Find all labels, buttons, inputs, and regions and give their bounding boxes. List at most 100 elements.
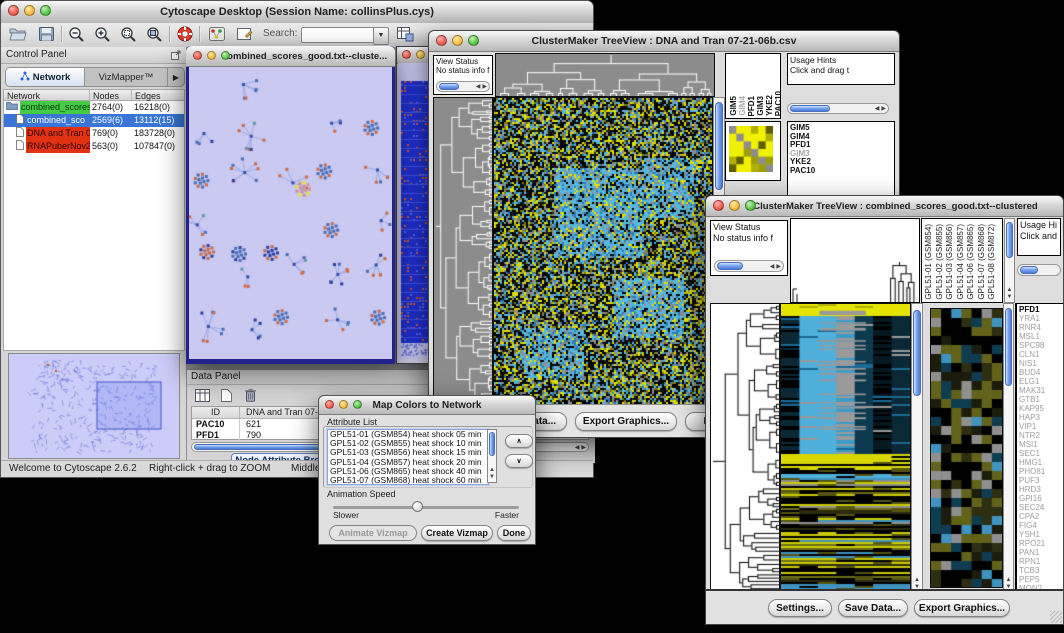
open-session-button[interactable]: [6, 24, 30, 44]
treeview-dna-titlebar[interactable]: ClusterMaker TreeView : DNA and Tran 07-…: [429, 31, 899, 52]
table-export-icon[interactable]: [393, 24, 417, 44]
delete-attribute-icon[interactable]: [238, 385, 262, 405]
zoom-button[interactable]: [353, 400, 362, 409]
animation-speed-slider-thumb[interactable]: [412, 501, 423, 512]
move-down-button[interactable]: ∨: [505, 454, 533, 468]
toolbar-separator: [61, 26, 63, 42]
minimize-button[interactable]: [339, 400, 348, 409]
network-row[interactable]: combined_sco2569(6)13112(15): [4, 114, 184, 127]
create-vizmap-button[interactable]: Create Vizmap: [421, 525, 493, 541]
treeview-combined-titlebar[interactable]: ClusterMaker TreeView : combined_scores_…: [706, 196, 1063, 217]
close-button[interactable]: [436, 35, 447, 46]
secondary-heatmap-vscrollbar[interactable]: ▲▼: [1003, 303, 1014, 593]
main-titlebar[interactable]: Cytoscape Desktop (Session Name: collins…: [1, 1, 593, 24]
map-dialog-titlebar[interactable]: Map Colors to Network: [319, 396, 535, 415]
close-button[interactable]: [193, 51, 202, 60]
file-icon: [16, 127, 24, 140]
window-controls[interactable]: [325, 400, 362, 409]
attribute-item[interactable]: GPL51-04 (GSM857) heat shock 20 min: [328, 458, 488, 467]
zoom-out-icon[interactable]: [65, 24, 89, 44]
minimize-button[interactable]: [729, 200, 740, 211]
row-dendrogram[interactable]: [710, 303, 780, 593]
zoom-button[interactable]: [468, 35, 479, 46]
attribute-item[interactable]: GPL51-03 (GSM856) heat shock 15 min: [328, 448, 488, 457]
usage-hints-scrollbar[interactable]: [1017, 264, 1061, 276]
animate-vizmap-button[interactable]: Animate Vizmap: [329, 525, 417, 541]
export-graphics-button[interactable]: Export Graphics...: [914, 599, 1010, 617]
annotation-icon[interactable]: [233, 24, 257, 44]
export-graphics-button[interactable]: Export Graphics...: [575, 412, 677, 431]
done-button[interactable]: Done: [497, 525, 531, 541]
window-controls[interactable]: [8, 5, 51, 16]
view-status-scrollbar[interactable]: ◀▶: [436, 81, 490, 92]
heatmap-canvas[interactable]: [780, 303, 911, 593]
usage-hints-scrollbar[interactable]: ◀▶: [787, 103, 889, 114]
minimize-button[interactable]: [416, 50, 425, 59]
float-panel-icon[interactable]: [171, 50, 181, 66]
column-label: GPL51-03 (GSM856): [945, 224, 956, 300]
zoom-fit-icon[interactable]: [143, 24, 167, 44]
attribute-item[interactable]: GPL51-02 (GSM855) heat shock 10 min: [328, 439, 488, 448]
view-status-title: View Status: [436, 57, 490, 66]
close-button[interactable]: [8, 5, 19, 16]
settings-button[interactable]: Settings...: [768, 599, 832, 617]
zoom-selected-icon[interactable]: [117, 24, 141, 44]
save-data-button[interactable]: Save Data...: [838, 599, 908, 617]
column-labels-panel: GPL51-01 (GSM854)GPL51-02 (GSM855)GPL51-…: [921, 218, 1003, 303]
network-row[interactable]: RNAPuberNov2+563(0)107847(0): [4, 140, 184, 153]
close-button[interactable]: [402, 50, 411, 59]
network-canvas-1[interactable]: [189, 67, 392, 359]
network-row[interactable]: combined_scores2764(0)16218(0): [4, 101, 184, 114]
heatmap-vscrollbar[interactable]: ▲▼: [911, 303, 923, 593]
close-button[interactable]: [713, 200, 724, 211]
attribute-list: GPL51-01 (GSM854) heat shock 05 minGPL51…: [327, 429, 489, 485]
column-label: GPL51-01 (GSM854): [924, 224, 935, 300]
tab-vizmapper[interactable]: VizMapper™: [85, 68, 167, 86]
search-dropdown-arrow-icon[interactable]: ▼: [373, 27, 389, 45]
secondary-heatmap-canvas[interactable]: [930, 308, 1003, 588]
tab-network-label: Network: [33, 72, 70, 83]
attribute-select-icon[interactable]: [190, 385, 214, 405]
minimize-button[interactable]: [207, 51, 216, 60]
column-dendrogram[interactable]: [495, 53, 715, 97]
network-window-1-titlebar[interactable]: combined_scores_good.txt--cluste...: [186, 46, 395, 67]
row-dendrogram[interactable]: [433, 97, 493, 405]
search-input[interactable]: [301, 27, 375, 43]
network-row[interactable]: DNA and Tran 07769(0)183728(0): [4, 127, 184, 140]
column-dendrogram[interactable]: [791, 219, 919, 302]
column-labels-scrollbar[interactable]: ▲▼: [1004, 218, 1015, 303]
correlation-matrix[interactable]: [729, 126, 773, 172]
network-overview-thumbnail[interactable]: [8, 353, 180, 459]
attribute-item[interactable]: GPL51-06 (GSM865) heat shock 40 min: [328, 467, 488, 476]
window-controls[interactable]: [436, 35, 479, 46]
minimize-button[interactable]: [24, 5, 35, 16]
resize-grip[interactable]: [1050, 611, 1062, 623]
gene-label: SPC98: [1017, 341, 1063, 350]
save-session-button[interactable]: [34, 24, 58, 44]
zoom-button[interactable]: [221, 51, 230, 60]
tab-overflow-arrow[interactable]: ▶: [167, 68, 184, 86]
attribute-list-scrollbar[interactable]: ▲▼: [487, 429, 497, 483]
zoom-button[interactable]: [40, 5, 51, 16]
gene-label: KAP95: [1017, 404, 1063, 413]
tab-network[interactable]: Network: [6, 68, 85, 86]
minimize-button[interactable]: [452, 35, 463, 46]
window-controls[interactable]: [713, 200, 756, 211]
vizmapper-icon[interactable]: [205, 24, 229, 44]
new-attribute-icon[interactable]: [214, 385, 238, 405]
move-up-button[interactable]: ∧: [505, 434, 533, 448]
attribute-item[interactable]: GPL51-07 (GSM868) heat shock 60 min: [328, 476, 488, 485]
attribute-item[interactable]: GPL51-01 (GSM854) heat shock 05 min: [328, 430, 488, 439]
view-status-scrollbar[interactable]: ◀▶: [714, 260, 784, 272]
treeview-combined-title: ClusterMaker TreeView : combined_scores_…: [731, 201, 1037, 212]
animation-speed-slider-track[interactable]: [333, 506, 519, 509]
help-icon[interactable]: [173, 24, 197, 44]
control-panel-tabs: Network VizMapper™ ▶: [5, 67, 185, 87]
zoom-button[interactable]: [745, 200, 756, 211]
gene-label: BUD4: [1017, 368, 1063, 377]
gene-label: GTB1: [1017, 395, 1063, 404]
zoom-in-icon[interactable]: [91, 24, 115, 44]
window-controls[interactable]: [193, 51, 230, 60]
heatmap-canvas[interactable]: [493, 97, 713, 405]
close-button[interactable]: [325, 400, 334, 409]
